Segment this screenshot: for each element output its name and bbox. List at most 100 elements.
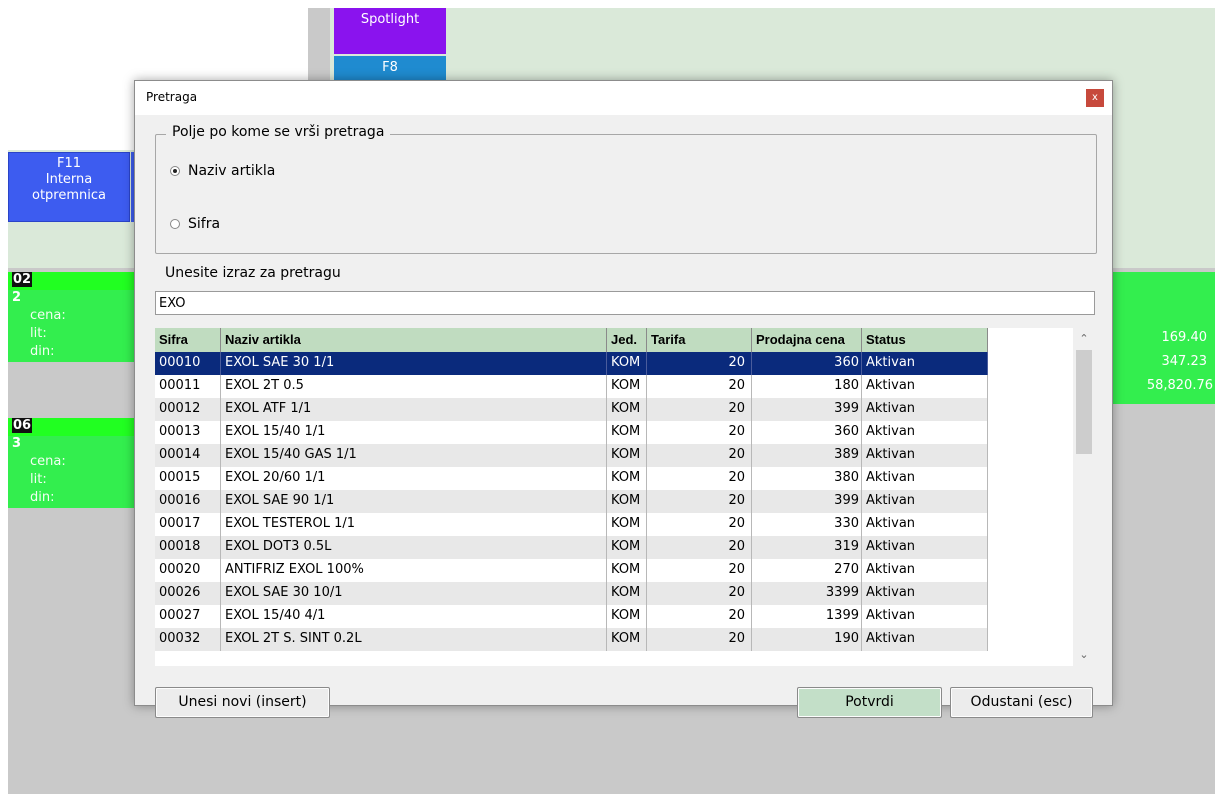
- column-header-name[interactable]: Naziv artikla: [221, 328, 607, 352]
- cell-code: 00020: [155, 559, 221, 582]
- cell-tariff: 20: [647, 582, 752, 605]
- cell-status: Aktivan: [862, 467, 988, 490]
- confirm-button[interactable]: Potvrdi: [797, 687, 942, 718]
- cell-status: Aktivan: [862, 375, 988, 398]
- table-row[interactable]: 00014 EXOL 15/40 GAS 1/1 KOM 20 389 Aktivan: [155, 444, 988, 467]
- table-row[interactable]: 00026 EXOL SAE 30 10/1 KOM 20 3399 Aktivan: [155, 582, 988, 605]
- cell-status: Aktivan: [862, 352, 988, 375]
- table-row[interactable]: 00017 EXOL TESTEROL 1/1 KOM 20 330 Aktivan: [155, 513, 988, 536]
- cell-price: 399: [752, 490, 862, 513]
- table-header: Sifra Naziv artikla Jed. Tarifa Prodajna…: [155, 328, 988, 352]
- dialog-title: Pretraga: [146, 90, 198, 104]
- cell-code: 00010: [155, 352, 221, 375]
- cell-unit: KOM: [607, 421, 647, 444]
- cell-tariff: 20: [647, 490, 752, 513]
- cell-tariff: 20: [647, 559, 752, 582]
- radio-checked-icon: [170, 166, 180, 176]
- table-row[interactable]: 00016 EXOL SAE 90 1/1 KOM 20 399 Aktivan: [155, 490, 988, 513]
- table-row[interactable]: 00012 EXOL ATF 1/1 KOM 20 399 Aktivan: [155, 398, 988, 421]
- cell-price: 399: [752, 398, 862, 421]
- cell-tariff: 20: [647, 398, 752, 421]
- pump-station-card[interactable]: 06 3 cena: lit: din:: [8, 418, 138, 508]
- cell-tariff: 20: [647, 605, 752, 628]
- cell-price: 190: [752, 628, 862, 651]
- cell-price: 360: [752, 421, 862, 444]
- liters-label: lit:: [30, 472, 47, 487]
- radio-unchecked-icon: [170, 219, 180, 229]
- cell-name: EXOL 2T 0.5: [221, 375, 607, 398]
- amount-value: 58,820.76: [1146, 378, 1213, 393]
- cell-name: EXOL TESTEROL 1/1: [221, 513, 607, 536]
- cell-unit: KOM: [607, 490, 647, 513]
- radio-code[interactable]: Sifra: [170, 216, 220, 232]
- cell-price: 389: [752, 444, 862, 467]
- cancel-button[interactable]: Odustani (esc): [950, 687, 1093, 718]
- cell-price: 319: [752, 536, 862, 559]
- search-label: Unesite izraz za pretragu: [165, 265, 341, 281]
- close-icon[interactable]: x: [1086, 89, 1104, 107]
- station-number: 3: [12, 436, 22, 451]
- cell-price: 3399: [752, 582, 862, 605]
- scroll-up-icon[interactable]: ⌃: [1073, 330, 1095, 348]
- cell-price: 360: [752, 352, 862, 375]
- cell-status: Aktivan: [862, 513, 988, 536]
- table-row[interactable]: 00032 EXOL 2T S. SINT 0.2L KOM 20 190 Aktivan: [155, 628, 988, 651]
- cell-unit: KOM: [607, 398, 647, 421]
- cell-status: Aktivan: [862, 536, 988, 559]
- cell-status: Aktivan: [862, 628, 988, 651]
- table-row[interactable]: 00011 EXOL 2T 0.5 KOM 20 180 Aktivan: [155, 375, 988, 398]
- spotlight-button[interactable]: Spotlight: [334, 8, 446, 54]
- table-row[interactable]: 00027 EXOL 15/40 4/1 KOM 20 1399 Aktivan: [155, 605, 988, 628]
- add-new-button[interactable]: Unesi novi (insert): [155, 687, 330, 718]
- amount-label: din:: [30, 344, 55, 359]
- cell-price: 1399: [752, 605, 862, 628]
- cell-unit: KOM: [607, 352, 647, 375]
- price-value: 169.40: [1161, 330, 1208, 345]
- cell-unit: KOM: [607, 605, 647, 628]
- column-header-tariff[interactable]: Tarifa: [647, 328, 752, 352]
- cell-tariff: 20: [647, 352, 752, 375]
- cell-unit: KOM: [607, 536, 647, 559]
- radio-item-name[interactable]: Naziv artikla: [170, 163, 275, 179]
- column-header-code[interactable]: Sifra: [155, 328, 221, 352]
- cell-code: 00015: [155, 467, 221, 490]
- table-row[interactable]: 00020 ANTIFRIZ EXOL 100% KOM 20 270 Aktivan: [155, 559, 988, 582]
- cell-name: ANTIFRIZ EXOL 100%: [221, 559, 607, 582]
- cell-name: EXOL SAE 90 1/1: [221, 490, 607, 513]
- cell-status: Aktivan: [862, 421, 988, 444]
- cell-code: 00017: [155, 513, 221, 536]
- cell-unit: KOM: [607, 582, 647, 605]
- scroll-down-icon[interactable]: ⌄: [1073, 646, 1095, 664]
- internal-dispatch-button[interactable]: F11 Interna otpremnica: [8, 152, 130, 222]
- table-row[interactable]: 00010 EXOL SAE 30 1/1 KOM 20 360 Aktivan: [155, 352, 988, 375]
- radio-label: Naziv artikla: [188, 163, 276, 179]
- cell-name: EXOL SAE 30 10/1: [221, 582, 607, 605]
- cell-price: 380: [752, 467, 862, 490]
- amount-label: din:: [30, 490, 55, 505]
- cell-code: 00014: [155, 444, 221, 467]
- cell-name: EXOL 20/60 1/1: [221, 467, 607, 490]
- column-header-status[interactable]: Status: [862, 328, 988, 352]
- column-header-unit[interactable]: Jed.: [607, 328, 647, 352]
- cell-code: 00027: [155, 605, 221, 628]
- vertical-scrollbar[interactable]: ⌃ ⌄: [1073, 328, 1095, 666]
- cell-name: EXOL DOT3 0.5L: [221, 536, 607, 559]
- cell-tariff: 20: [647, 375, 752, 398]
- table-row[interactable]: 00015 EXOL 20/60 1/1 KOM 20 380 Aktivan: [155, 467, 988, 490]
- radio-label: Sifra: [188, 216, 221, 232]
- dialog-titlebar[interactable]: Pretraga x: [135, 81, 1112, 115]
- cell-name: EXOL 15/40 1/1: [221, 421, 607, 444]
- table-row[interactable]: 00013 EXOL 15/40 1/1 KOM 20 360 Aktivan: [155, 421, 988, 444]
- pump-station-card[interactable]: 02 2 cena: lit: din:: [8, 272, 138, 362]
- search-input[interactable]: [155, 291, 1095, 315]
- cell-code: 00018: [155, 536, 221, 559]
- cell-unit: KOM: [607, 444, 647, 467]
- scroll-thumb[interactable]: [1076, 350, 1092, 454]
- cell-code: 00016: [155, 490, 221, 513]
- table-row[interactable]: 00018 EXOL DOT3 0.5L KOM 20 319 Aktivan: [155, 536, 988, 559]
- column-header-price[interactable]: Prodajna cena: [752, 328, 862, 352]
- cell-tariff: 20: [647, 444, 752, 467]
- cell-name: EXOL 15/40 4/1: [221, 605, 607, 628]
- cell-name: EXOL ATF 1/1: [221, 398, 607, 421]
- cell-status: Aktivan: [862, 398, 988, 421]
